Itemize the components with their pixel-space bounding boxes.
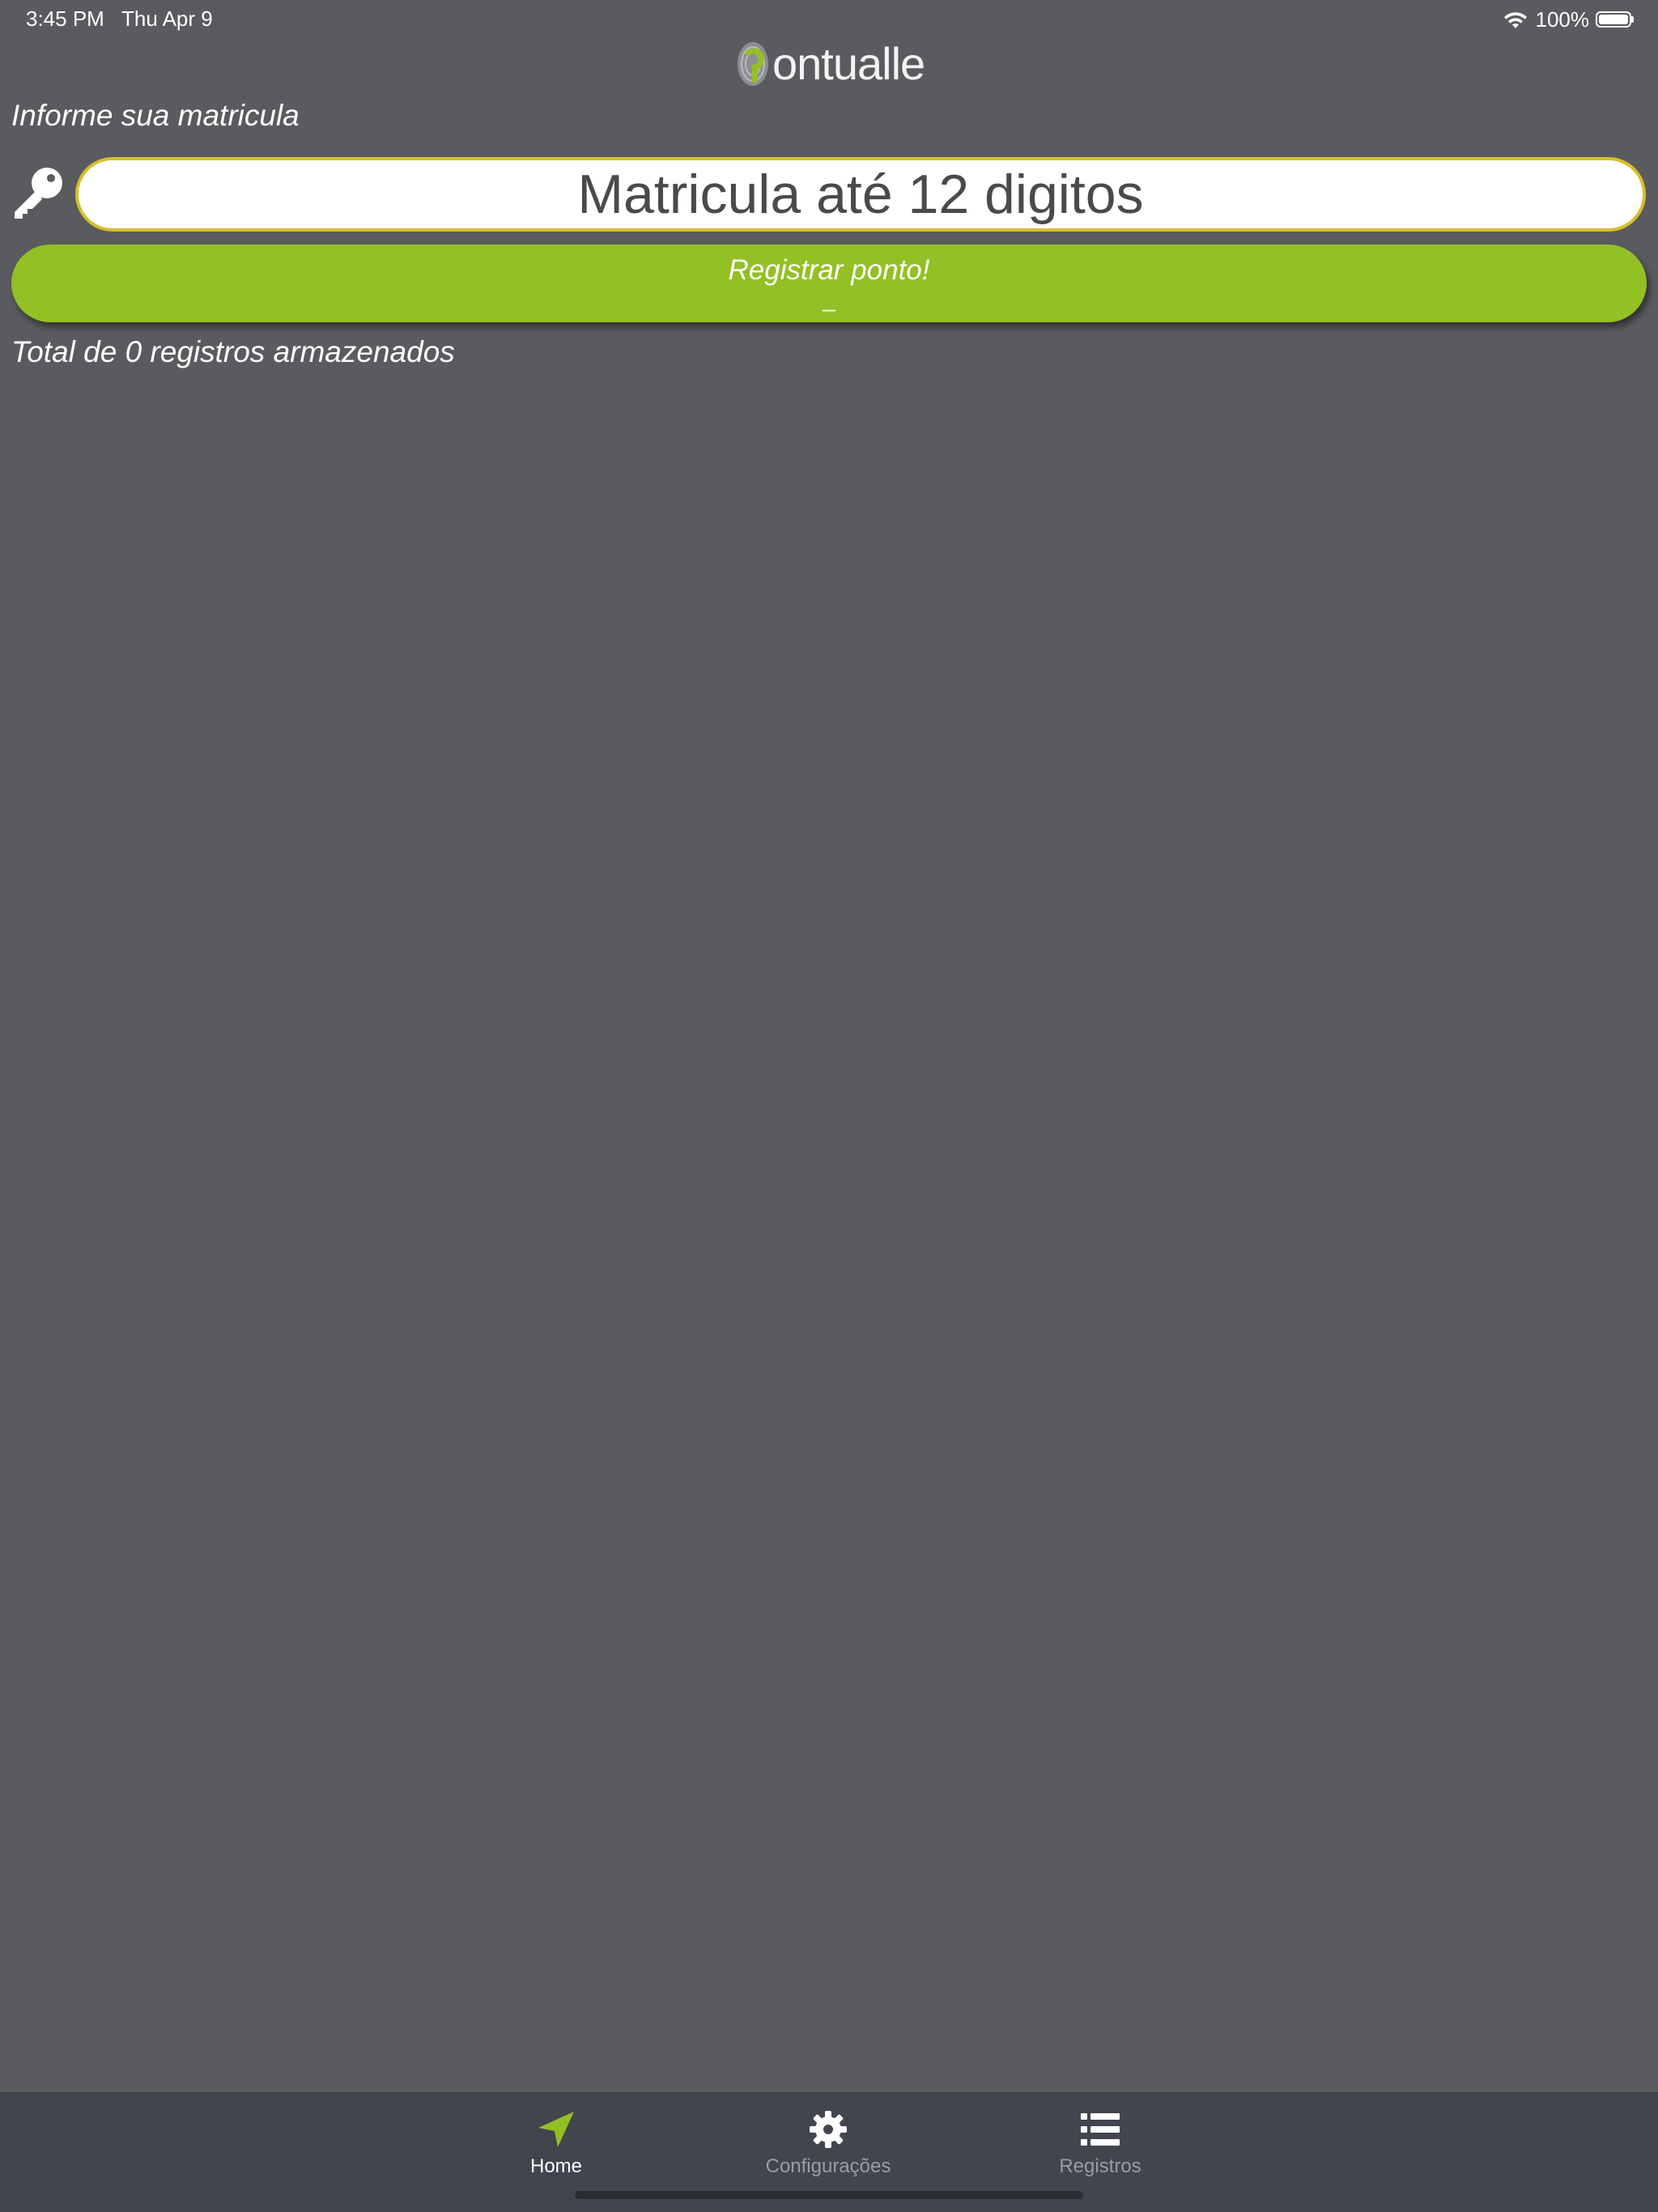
wifi-icon [1503,12,1527,28]
tab-configuracoes[interactable]: Configurações [731,2108,925,2189]
home-indicator[interactable] [575,2191,1083,2199]
register-button-sublabel: _ [823,287,835,312]
battery-icon [1596,11,1634,28]
tab-registros-label: Registros [1059,2155,1141,2177]
status-indicators: 100% [1502,6,1634,32]
tab-registros[interactable]: Registros [1003,2108,1197,2189]
status-date: Thu Apr 9 [121,6,213,31]
key-icon [15,168,62,219]
matricula-prompt: Informe sua matricula [11,99,300,132]
gear-icon [810,2111,847,2148]
app-logo: ontualle [735,37,925,91]
matricula-input[interactable] [75,157,1646,232]
register-button[interactable]: Registrar ponto! _ [11,245,1647,322]
tab-configuracoes-label: Configurações [765,2155,891,2177]
fingerprint-icon [738,42,768,86]
status-time: 3:45 PM [26,6,104,31]
list-icon [1081,2113,1120,2146]
status-bar: 3:45 PM Thu Apr 9 100% [0,0,1658,39]
register-button-label: Registrar ponto! [728,254,930,286]
records-total: Total de 0 registros armazenados [11,335,455,368]
logo-text: ontualle [772,38,925,89]
navigation-arrow-icon [538,2112,574,2147]
battery-percent: 100% [1535,6,1590,32]
tab-home-label: Home [529,2155,583,2177]
tab-home[interactable]: Home [459,2108,653,2189]
